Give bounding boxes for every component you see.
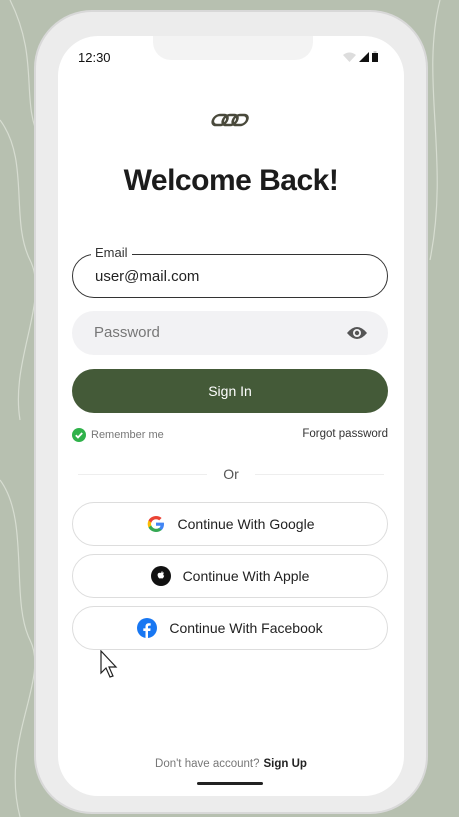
email-value: user@mail.com bbox=[95, 268, 200, 285]
status-time: 12:30 bbox=[78, 50, 111, 65]
forgot-password-link[interactable]: Forgot password bbox=[302, 428, 388, 440]
signal-icon bbox=[359, 52, 369, 62]
page-title: Welcome Back! bbox=[123, 164, 339, 197]
or-divider: Or bbox=[78, 466, 384, 482]
home-indicator bbox=[197, 782, 263, 785]
apple-button[interactable]: Continue With Apple bbox=[72, 554, 388, 598]
google-button[interactable]: Continue With Google bbox=[72, 502, 388, 546]
google-label: Continue With Google bbox=[177, 516, 315, 532]
check-icon bbox=[72, 428, 86, 442]
password-field[interactable]: Password bbox=[72, 311, 388, 355]
notch bbox=[153, 36, 313, 60]
or-label: Or bbox=[223, 466, 239, 482]
eye-icon[interactable] bbox=[346, 325, 368, 341]
battery-icon bbox=[372, 51, 378, 62]
mouse-cursor-icon bbox=[100, 650, 118, 678]
logo-icon bbox=[211, 113, 249, 127]
signup-prompt: Don't have account? Sign Up bbox=[58, 758, 404, 770]
remember-me-checkbox[interactable]: Remember me bbox=[72, 428, 164, 442]
wifi-icon bbox=[343, 52, 356, 62]
sign-in-button[interactable]: Sign In bbox=[72, 369, 388, 413]
remember-me-label: Remember me bbox=[91, 429, 164, 441]
signup-prompt-text: Don't have account? bbox=[155, 758, 260, 770]
google-icon bbox=[147, 516, 164, 532]
email-label: Email bbox=[91, 245, 132, 260]
email-field[interactable]: Email user@mail.com bbox=[72, 245, 388, 298]
facebook-icon bbox=[137, 618, 158, 638]
facebook-button[interactable]: Continue With Facebook bbox=[72, 606, 388, 650]
screen: 12:30 Welcome Back! Email user@mail.com … bbox=[58, 36, 404, 796]
status-icons bbox=[343, 51, 378, 62]
apple-label: Continue With Apple bbox=[182, 568, 310, 584]
apple-icon bbox=[150, 566, 171, 586]
sign-up-link[interactable]: Sign Up bbox=[264, 758, 307, 770]
facebook-label: Continue With Facebook bbox=[169, 620, 323, 636]
phone-frame: 12:30 Welcome Back! Email user@mail.com … bbox=[36, 12, 426, 812]
password-placeholder: Password bbox=[94, 324, 160, 341]
